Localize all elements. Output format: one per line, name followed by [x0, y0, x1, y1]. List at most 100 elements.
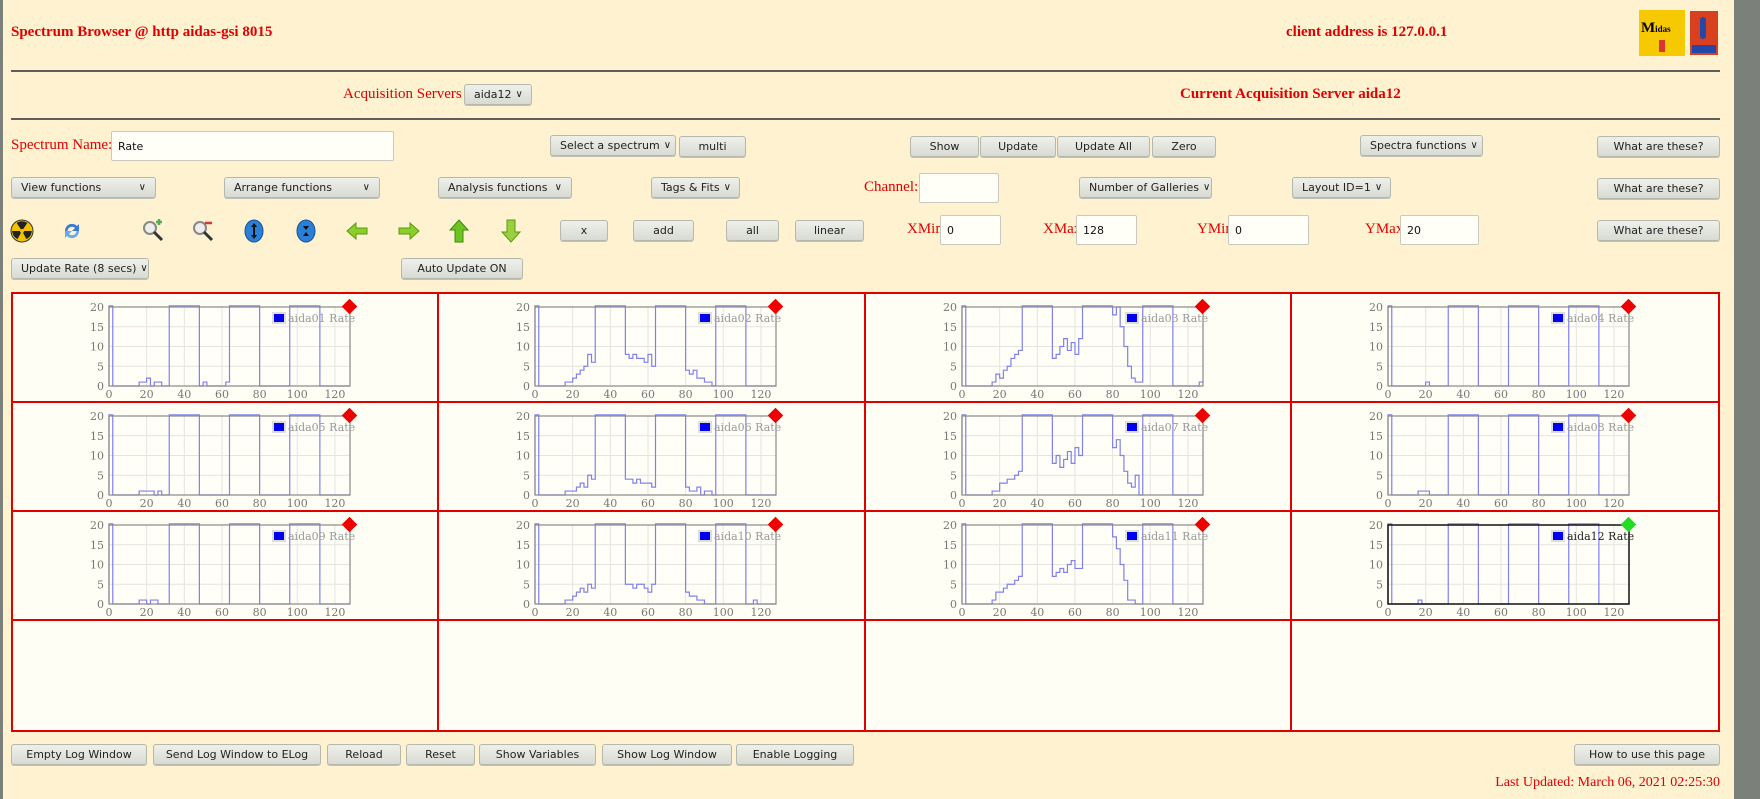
spectrum-plot[interactable]: 0 20 40 60 80 100 120 0 5 10 15 20 aida02 Rate	[439, 294, 865, 403]
spectra-functions-dropdown[interactable]: Spectra functions ∨	[1360, 135, 1483, 156]
arrow-left-icon[interactable]	[345, 219, 369, 243]
multi-button[interactable]: multi	[679, 136, 746, 157]
spectrum-plot[interactable]: 0 20 40 60 80 100 120 0 5 10 15 20 aida08 Rate	[1292, 403, 1718, 512]
gallery-cell[interactable]: 0 20 40 60 80 100 120 0 5 10 15 20 aida11 Rate	[865, 512, 1292, 621]
spectrum-plot[interactable]: 0 20 40 60 80 100 120 0 5 10 15 20 aida11 Rate	[866, 512, 1292, 621]
spectrum-plot[interactable]: 0 20 40 60 80 100 120 0 5 10 15 20 aida01 Rate	[13, 294, 439, 403]
update-button[interactable]: Update	[980, 136, 1056, 157]
compress-vertical-icon[interactable]	[294, 219, 318, 243]
what-are-these-button-3[interactable]: What are these?	[1597, 220, 1720, 241]
x-tick-label: 60	[641, 497, 655, 510]
x-tick-label: 20	[1418, 497, 1432, 510]
spectrum-plot[interactable]: 0 20 40 60 80 100 120 0 5 10 15 20 aida04 Rate	[1292, 294, 1718, 403]
current-acquisition-server: Current Acquisition Server aida12	[1180, 86, 1401, 102]
gallery-cell[interactable]: 0 20 40 60 80 100 120 0 5 10 15 20 aida01 Rate	[13, 294, 440, 403]
x-button[interactable]: x	[560, 220, 608, 241]
zoom-in-icon[interactable]	[141, 219, 165, 243]
gallery-cell[interactable]: 0 20 40 60 80 100 120 0 5 10 15 20 aida12 Rate	[1291, 512, 1718, 621]
acquisition-server-select[interactable]: aida12 ∨	[464, 84, 532, 105]
enable-logging-button[interactable]: Enable Logging	[736, 744, 854, 765]
number-of-galleries-dropdown[interactable]: Number of Galleries ∨	[1079, 177, 1212, 198]
spectrum-plot[interactable]: 0 20 40 60 80 100 120 0 5 10 15 20 aida07 Rate	[866, 403, 1292, 512]
gallery-cell[interactable]: 0 20 40 60 80 100 120 0 5 10 15 20 aida09 Rate	[13, 512, 440, 621]
select-spectrum-dropdown[interactable]: Select a spectrum ∨	[550, 135, 676, 156]
send-log-to-elog-button[interactable]: Send Log Window to ELog	[153, 744, 321, 765]
gallery-cell[interactable]: 0 20 40 60 80 100 120 0 5 10 15 20 aida10 Rate	[439, 512, 866, 621]
gallery-cell[interactable]: 0 20 40 60 80 100 120 0 5 10 15 20 aida02 Rate	[439, 294, 866, 403]
reset-button[interactable]: Reset	[406, 744, 475, 765]
gallery-cell[interactable]: 0 20 40 60 80 100 120 0 5 10 15 20 aida03 Rate	[865, 294, 1292, 403]
gallery-cell-empty[interactable]	[866, 621, 1292, 730]
layout-id-dropdown[interactable]: Layout ID=1 ∨	[1292, 177, 1391, 198]
chevron-down-icon: ∨	[663, 140, 672, 151]
update-rate-dropdown[interactable]: Update Rate (8 secs) ∨	[11, 258, 149, 279]
analysis-functions-dropdown[interactable]: Analysis functions ∨	[438, 177, 572, 198]
x-tick-label: 0	[106, 497, 113, 510]
spectrum-plot[interactable]: 0 20 40 60 80 100 120 0 5 10 15 20 aida12 Rate	[1292, 512, 1718, 621]
arrange-functions-dropdown[interactable]: Arrange functions ∨	[224, 177, 380, 198]
y-tick-label: 20	[1369, 410, 1383, 423]
expand-vertical-icon[interactable]	[242, 219, 266, 243]
zoom-out-icon[interactable]	[191, 219, 215, 243]
arrow-right-icon[interactable]	[397, 219, 421, 243]
x-tick-label: 80	[1531, 388, 1545, 401]
y-tick-label: 5	[97, 469, 104, 482]
spectrum-plot[interactable]: 0 20 40 60 80 100 120 0 5 10 15 20 aida05 Rate	[13, 403, 439, 512]
gallery-cell[interactable]: 0 20 40 60 80 100 120 0 5 10 15 20 aida04 Rate	[1291, 294, 1718, 403]
y-tick-label: 20	[516, 410, 530, 423]
x-tick-label: 40	[604, 606, 618, 619]
ymax-input[interactable]: 20	[1400, 215, 1479, 245]
spectrum-plot[interactable]: 0 20 40 60 80 100 120 0 5 10 15 20 aida10 Rate	[439, 512, 865, 621]
gallery-cell[interactable]: 0 20 40 60 80 100 120 0 5 10 15 20 aida05 Rate	[13, 403, 440, 512]
all-button[interactable]: all	[726, 220, 779, 241]
y-tick-label: 10	[943, 559, 957, 572]
scrollbar-track	[1728, 0, 1734, 799]
y-tick-label: 20	[90, 519, 104, 532]
empty-log-window-button[interactable]: Empty Log Window	[11, 744, 147, 765]
x-tick-label: 40	[604, 388, 618, 401]
y-tick-label: 5	[950, 360, 957, 373]
scrollbar[interactable]	[1728, 0, 1760, 799]
radiation-icon[interactable]	[10, 219, 34, 243]
zero-button[interactable]: Zero	[1152, 136, 1216, 157]
spectrum-plot[interactable]: 0 20 40 60 80 100 120 0 5 10 15 20 aida06 Rate	[439, 403, 865, 512]
refresh-icon[interactable]	[60, 219, 84, 243]
y-tick-label: 10	[90, 559, 104, 572]
spectrum-plot[interactable]: 0 20 40 60 80 100 120 0 5 10 15 20 aida09 Rate	[13, 512, 439, 621]
tags-fits-dropdown[interactable]: Tags & Fits ∨	[651, 177, 740, 198]
x-tick-label: 80	[253, 606, 267, 619]
gallery-cell-empty[interactable]	[1292, 621, 1718, 730]
gallery-cell[interactable]: 0 20 40 60 80 100 120 0 5 10 15 20 aida07 Rate	[865, 403, 1292, 512]
what-are-these-button-2[interactable]: What are these?	[1597, 178, 1720, 199]
gallery-cell-empty[interactable]	[13, 621, 440, 730]
gallery-cell[interactable]: 0 20 40 60 80 100 120 0 5 10 15 20 aida06 Rate	[439, 403, 866, 512]
xmin-input[interactable]: 0	[940, 215, 1001, 245]
arrow-up-icon[interactable]	[447, 219, 471, 243]
gallery-cell-empty[interactable]	[439, 621, 866, 730]
show-log-window-button[interactable]: Show Log Window	[602, 744, 732, 765]
how-to-use-button[interactable]: How to use this page	[1574, 744, 1720, 765]
legend-label: aida03 Rate	[1141, 312, 1208, 325]
add-button[interactable]: add	[633, 220, 694, 241]
show-variables-button[interactable]: Show Variables	[479, 744, 596, 765]
x-tick-label: 100	[1139, 497, 1160, 510]
chevron-down-icon: ∨	[723, 182, 731, 193]
gallery-cell[interactable]: 0 20 40 60 80 100 120 0 5 10 15 20 aida08 Rate	[1291, 403, 1718, 512]
linear-button[interactable]: linear	[795, 220, 864, 241]
what-are-these-button-1[interactable]: What are these?	[1597, 136, 1720, 157]
xmax-input[interactable]: 128	[1076, 215, 1137, 245]
spectrum-name-input[interactable]: Rate	[111, 131, 394, 161]
y-tick-label: 10	[1369, 559, 1383, 572]
reload-button[interactable]: Reload	[327, 744, 401, 765]
analysis-functions-label: Analysis functions	[448, 181, 548, 194]
auto-update-button[interactable]: Auto Update ON	[401, 258, 523, 279]
channel-input[interactable]	[919, 173, 999, 203]
update-all-button[interactable]: Update All	[1057, 136, 1150, 157]
x-tick-label: 20	[140, 388, 154, 401]
spectrum-plot[interactable]: 0 20 40 60 80 100 120 0 5 10 15 20 aida03 Rate	[866, 294, 1292, 403]
arrow-down-icon[interactable]	[499, 219, 523, 243]
ymin-input[interactable]: 0	[1228, 215, 1309, 245]
show-button[interactable]: Show	[910, 136, 979, 157]
x-tick-label: 120	[1603, 388, 1624, 401]
view-functions-dropdown[interactable]: View functions ∨	[11, 177, 156, 198]
